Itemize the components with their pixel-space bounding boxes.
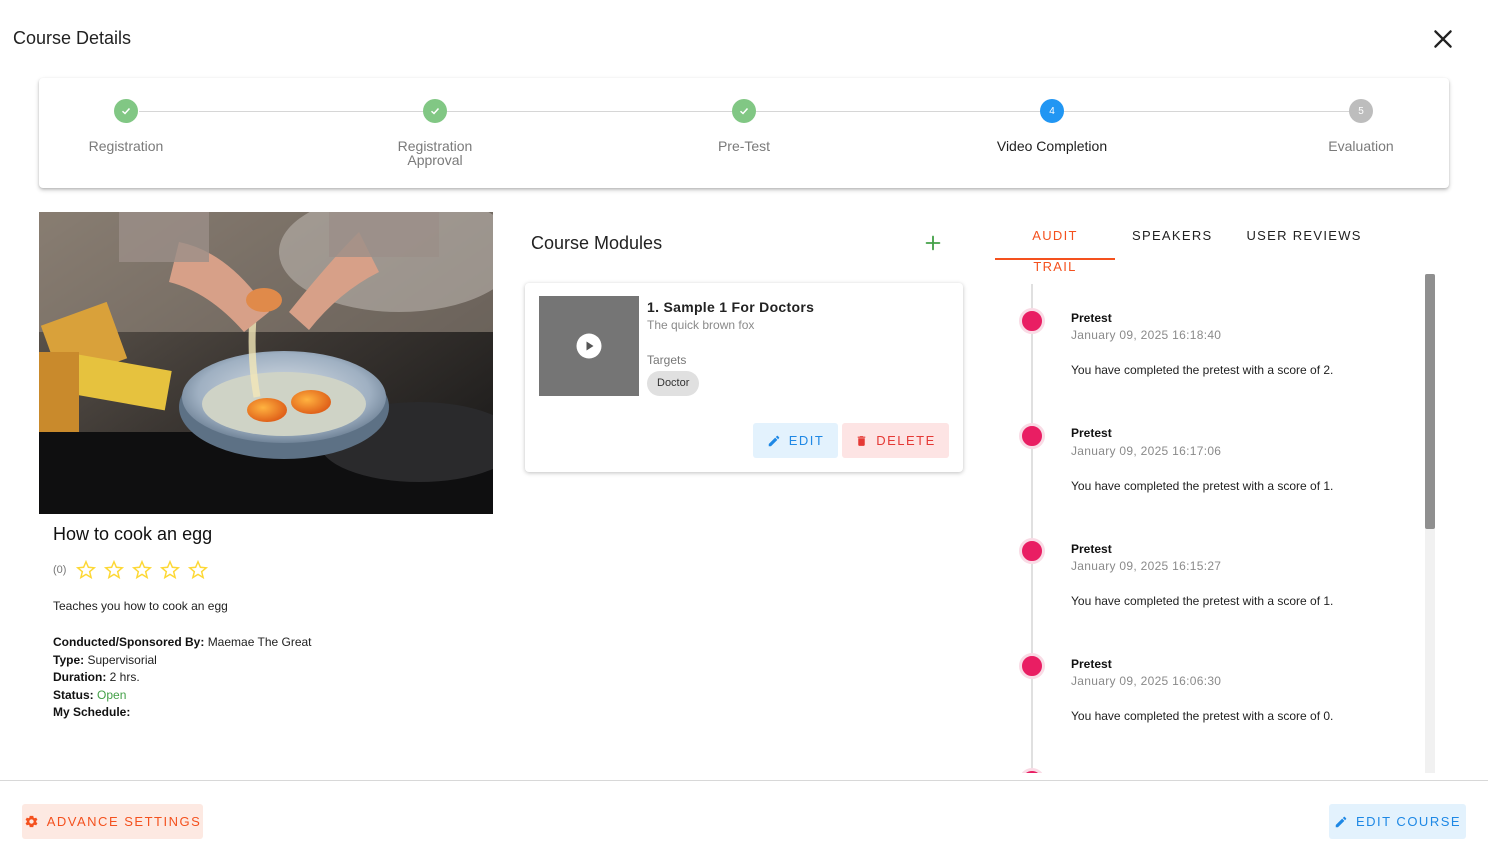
check-icon	[732, 99, 756, 123]
star-icon[interactable]	[74, 559, 98, 581]
timeline-dot	[1019, 423, 1045, 449]
star-icon[interactable]	[186, 559, 210, 581]
meta-conducted: Conducted/Sponsored By: Maemae The Great	[53, 635, 312, 649]
trash-icon	[857, 435, 866, 446]
timeline-item: Pretest January 09, 2025 16:17:06 You ha…	[995, 389, 1415, 499]
timeline-text: You have completed the pretest with a sc…	[1071, 594, 1334, 608]
timeline-text: You have completed the pretest with a sc…	[1071, 709, 1334, 723]
rating-count: (0)	[53, 564, 67, 576]
step-number: 4	[1040, 99, 1064, 123]
step-label: Registration	[88, 138, 164, 154]
timeline-title: Pretest	[1071, 542, 1112, 556]
course-description: Teaches you how to cook an egg	[53, 599, 228, 613]
dialog-title: Course Details	[13, 28, 132, 48]
star-icon[interactable]	[130, 559, 154, 581]
timeline-item: Pretest January 09, 2025 16:18:40 You ha…	[995, 274, 1415, 384]
tab-user-reviews[interactable]: USER REVIEWS	[1229, 220, 1378, 260]
delete-module-button[interactable]: DELETE	[842, 423, 949, 458]
meta-duration: Duration: 2 hrs.	[53, 670, 140, 684]
play-icon[interactable]	[576, 333, 602, 359]
tab-speakers[interactable]: SPEAKERS	[1115, 220, 1229, 260]
timeline-item: Pretest January 09, 2025 16:06:30 You ha…	[995, 620, 1415, 730]
timeline-item: Pretest January 09, 2025 16:15:27 You ha…	[995, 505, 1415, 615]
timeline-title: Pretest	[1071, 426, 1112, 440]
timeline-dot	[1019, 653, 1045, 679]
step-label: Pre-Test	[717, 138, 771, 154]
add-icon[interactable]	[922, 232, 944, 254]
edit-module-button[interactable]: EDIT	[753, 423, 838, 458]
close-icon[interactable]	[1430, 26, 1456, 52]
check-icon	[114, 99, 138, 123]
audit-trail-timeline[interactable]: Pretest January 09, 2025 16:18:40 You ha…	[995, 274, 1435, 773]
tab-bar: AUDIT TRAIL SPEAKERS USER REVIEWS	[995, 220, 1379, 274]
timeline-dot	[1019, 768, 1045, 773]
advance-settings-button[interactable]: ADVANCE SETTINGS	[22, 804, 203, 839]
scrollbar-thumb[interactable]	[1425, 274, 1435, 529]
timeline-date: January 09, 2025 16:15:27	[1071, 559, 1222, 573]
meta-schedule: My Schedule:	[53, 705, 131, 719]
modules-title: Course Modules	[531, 233, 663, 253]
module-card[interactable]: 1. Sample 1 For Doctors The quick brown …	[525, 283, 963, 472]
timeline-dot	[1019, 538, 1045, 564]
gear-icon	[25, 815, 38, 828]
timeline-text: You have completed the pretest with a sc…	[1071, 363, 1334, 377]
timeline-date: January 09, 2025 16:06:30	[1071, 674, 1222, 688]
star-icon[interactable]	[158, 559, 182, 581]
rating[interactable]: (0)	[53, 559, 210, 581]
footer-divider	[0, 780, 1488, 781]
targets-label: Targets	[647, 353, 687, 367]
edit-course-button[interactable]: EDIT COURSE	[1329, 804, 1466, 839]
module-name: 1. Sample 1 For Doctors	[647, 299, 815, 315]
step-label: Video Completion	[996, 138, 1108, 154]
pencil-icon	[768, 435, 779, 446]
step-number: 5	[1349, 99, 1373, 123]
step-label: Registration Approval	[397, 138, 473, 168]
status-badge: Open	[97, 687, 127, 702]
check-icon	[423, 99, 447, 123]
progress-stepper: Registration Registration Approval Pre-T…	[39, 78, 1449, 188]
timeline-title: Pretest	[1071, 311, 1112, 325]
module-subtitle: The quick brown fox	[647, 318, 755, 332]
timeline-date: January 09, 2025 16:18:40	[1071, 328, 1222, 342]
course-title: How to cook an egg	[53, 524, 213, 544]
course-meta: Conducted/Sponsored By: Maemae The Great…	[53, 634, 312, 722]
module-video-thumbnail[interactable]	[539, 296, 639, 396]
meta-type: Type: Supervisorial	[53, 652, 157, 667]
meta-status: Status: Open	[53, 687, 127, 702]
step-label: Evaluation	[1328, 138, 1394, 154]
timeline-date: January 09, 2025 16:17:06	[1071, 444, 1222, 458]
tab-audit-trail[interactable]: AUDIT TRAIL	[995, 220, 1115, 274]
star-icon[interactable]	[102, 559, 126, 581]
target-chip: Doctor	[647, 371, 700, 396]
course-thumbnail	[39, 212, 493, 514]
timeline-dot	[1019, 308, 1045, 334]
timeline-text: You have completed the pretest with a sc…	[1071, 479, 1334, 493]
timeline-title: Pretest	[1071, 657, 1112, 671]
pencil-icon	[1335, 816, 1347, 827]
